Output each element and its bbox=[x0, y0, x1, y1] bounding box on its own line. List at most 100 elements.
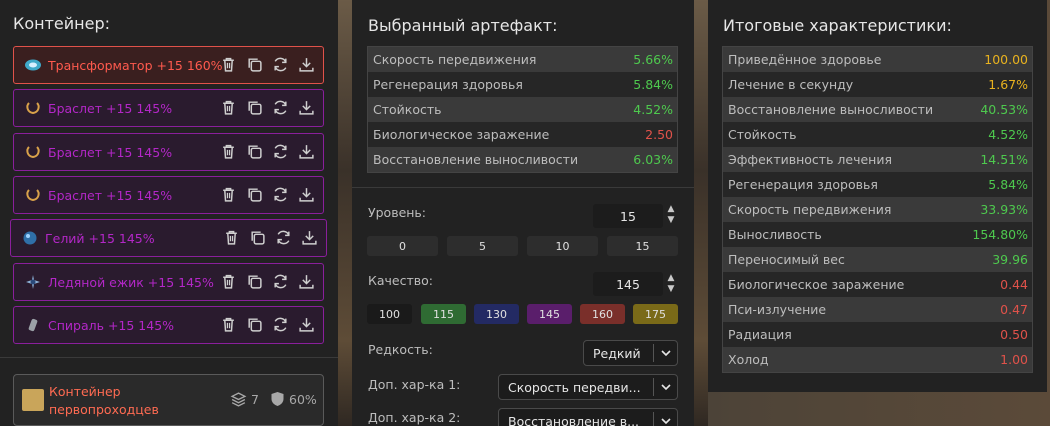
quick-set-button[interactable]: 130 bbox=[474, 304, 519, 324]
quick-set-button[interactable]: 145 bbox=[527, 304, 572, 324]
artifact-slot-label: Ледяной ежик +15 145% bbox=[48, 274, 214, 290]
artifact-slot[interactable]: Браслет +15 145% bbox=[13, 89, 324, 127]
stat-value: 5.84% bbox=[988, 177, 1028, 192]
extra2-label: Доп. хар-ка 2: bbox=[368, 410, 461, 425]
download-icon[interactable] bbox=[298, 316, 315, 333]
quick-set-button[interactable]: 115 bbox=[421, 304, 466, 324]
stat-value: 4.52% bbox=[633, 102, 673, 117]
copy-icon[interactable] bbox=[246, 56, 263, 73]
quick-set-button[interactable]: 15 bbox=[607, 236, 678, 256]
extra1-select[interactable]: Скорость передви... bbox=[498, 374, 678, 400]
copy-icon[interactable] bbox=[246, 99, 263, 116]
stat-value: 14.51% bbox=[980, 152, 1028, 167]
selected-stats-table: Скорость передвижения 5.66% Регенерация зд… bbox=[367, 46, 678, 173]
artifact-slot[interactable]: Трансформатор +15 160% bbox=[13, 46, 324, 84]
stat-value: 6.03% bbox=[633, 152, 673, 167]
artifact-slot[interactable]: Браслет +15 145% bbox=[13, 176, 324, 214]
chevron-down-icon bbox=[653, 344, 677, 362]
rarity-select[interactable]: Редкий bbox=[583, 340, 678, 366]
refresh-icon[interactable] bbox=[272, 316, 289, 333]
trash-icon[interactable] bbox=[220, 99, 237, 116]
artifact-slot-label: Браслет +15 145% bbox=[48, 100, 173, 116]
quick-set-button[interactable]: 100 bbox=[367, 304, 412, 324]
stat-value: 5.66% bbox=[633, 52, 673, 67]
download-icon[interactable] bbox=[298, 143, 315, 160]
totals-title: Итоговые характеристики: bbox=[723, 16, 952, 35]
copy-icon[interactable] bbox=[246, 186, 263, 203]
refresh-icon[interactable] bbox=[272, 56, 289, 73]
refresh-icon[interactable] bbox=[272, 186, 289, 203]
download-icon[interactable] bbox=[298, 56, 315, 73]
container-title: Контейнер: bbox=[13, 14, 111, 33]
artifact-slot[interactable]: Браслет +15 145% bbox=[13, 133, 324, 171]
transformer-artifact-icon bbox=[24, 56, 42, 74]
quick-set-button[interactable]: 5 bbox=[447, 236, 518, 256]
slot-actions bbox=[223, 229, 318, 246]
chevron-down-icon bbox=[653, 412, 677, 426]
stat-row: Регенерация здоровья 5.84% bbox=[368, 72, 677, 97]
copy-icon[interactable] bbox=[246, 316, 263, 333]
level-input[interactable]: 15 bbox=[593, 204, 663, 228]
spin-down-icon[interactable]: ▼ bbox=[666, 284, 676, 295]
container-card[interactable]: Контейнер первопроходцев 7 60% bbox=[13, 374, 324, 426]
stat-row: Переносимый вес 39.96 bbox=[723, 247, 1032, 272]
copy-icon[interactable] bbox=[249, 229, 266, 246]
trash-icon[interactable] bbox=[220, 143, 237, 160]
stat-value: 39.96 bbox=[992, 252, 1028, 267]
stat-value: 33.93% bbox=[980, 202, 1028, 217]
extra1-label: Доп. хар-ка 1: bbox=[368, 377, 461, 392]
quality-spinner[interactable]: ▲ ▼ bbox=[666, 273, 676, 295]
quick-set-button[interactable]: 160 bbox=[580, 304, 625, 324]
level-label: Уровень: bbox=[368, 205, 427, 220]
refresh-icon[interactable] bbox=[272, 99, 289, 116]
extra1-value: Скорость передви... bbox=[508, 379, 641, 395]
artifact-slot-label: Трансформатор +15 160% bbox=[48, 57, 223, 73]
slot-actions bbox=[220, 316, 315, 333]
download-icon[interactable] bbox=[301, 229, 318, 246]
extra2-value: Восстановление в... bbox=[508, 413, 640, 426]
stat-row: Радиация 0.50 bbox=[723, 322, 1032, 347]
stat-name: Радиация bbox=[728, 327, 792, 342]
trash-icon[interactable] bbox=[220, 316, 237, 333]
divider bbox=[0, 357, 338, 358]
bracelet-artifact-icon bbox=[24, 143, 42, 161]
trash-icon[interactable] bbox=[220, 273, 237, 290]
quality-input[interactable]: 145 bbox=[593, 272, 663, 296]
download-icon[interactable] bbox=[298, 273, 315, 290]
stat-row: Пси-излучение 0.47 bbox=[723, 297, 1032, 322]
trash-icon[interactable] bbox=[220, 56, 237, 73]
bracelet-artifact-icon bbox=[24, 186, 42, 204]
trash-icon[interactable] bbox=[223, 229, 240, 246]
stat-name: Восстановление выносливости bbox=[373, 152, 579, 167]
stat-row: Стойкость 4.52% bbox=[723, 122, 1032, 147]
artifact-slot[interactable]: Спираль +15 145% bbox=[13, 306, 324, 344]
quick-set-button[interactable]: 175 bbox=[633, 304, 678, 324]
background-strip bbox=[338, 0, 352, 426]
copy-icon[interactable] bbox=[246, 143, 263, 160]
spin-up-icon[interactable]: ▲ bbox=[666, 204, 676, 215]
trash-icon[interactable] bbox=[220, 186, 237, 203]
spin-up-icon[interactable]: ▲ bbox=[666, 273, 676, 284]
stat-name: Биологическое заражение bbox=[728, 277, 905, 292]
level-spinner[interactable]: ▲ ▼ bbox=[666, 204, 676, 226]
stat-row: Эффективность лечения 14.51% bbox=[723, 147, 1032, 172]
spin-down-icon[interactable]: ▼ bbox=[666, 215, 676, 226]
totals-panel: Итоговые характеристики: Приведённое здо… bbox=[708, 0, 1047, 392]
stat-name: Стойкость bbox=[373, 102, 442, 117]
quick-set-button[interactable]: 10 bbox=[527, 236, 598, 256]
stat-row: Восстановление выносливости 40.53% bbox=[723, 97, 1032, 122]
artifact-slot[interactable]: Ледяной ежик +15 145% bbox=[13, 263, 324, 301]
download-icon[interactable] bbox=[298, 99, 315, 116]
refresh-icon[interactable] bbox=[275, 229, 292, 246]
artifact-slot[interactable]: Гелий +15 145% bbox=[10, 219, 327, 257]
container-name: Контейнер первопроходцев bbox=[49, 384, 159, 417]
quick-set-button[interactable]: 0 bbox=[367, 236, 438, 256]
extra2-select[interactable]: Восстановление в... bbox=[498, 408, 678, 426]
refresh-icon[interactable] bbox=[272, 273, 289, 290]
slot-actions bbox=[220, 273, 315, 290]
download-icon[interactable] bbox=[298, 186, 315, 203]
copy-icon[interactable] bbox=[246, 273, 263, 290]
container-thumbnail bbox=[22, 389, 44, 411]
refresh-icon[interactable] bbox=[272, 143, 289, 160]
stat-value: 2.50 bbox=[645, 127, 673, 142]
